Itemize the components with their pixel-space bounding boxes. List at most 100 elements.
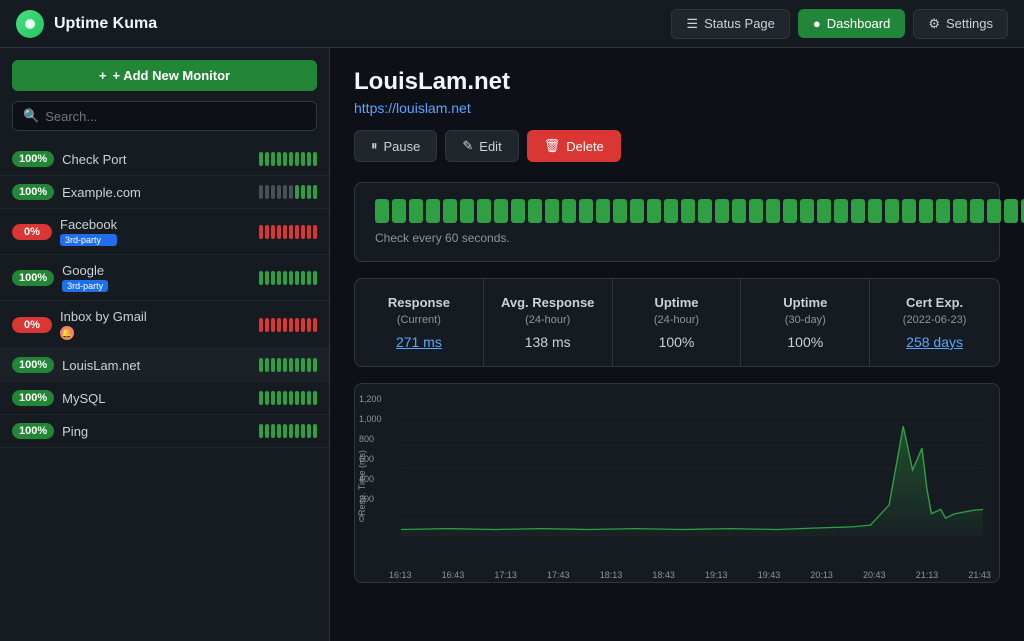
stat-uptime-30d: Uptime (30-day) 100% <box>741 279 870 366</box>
chart-svg <box>401 400 983 540</box>
stat-value[interactable]: 271 ms <box>371 334 467 350</box>
stat-sublabel: (2022-06-23) <box>886 314 983 326</box>
monitor-name: Ping <box>62 424 88 439</box>
x-tick: 19:13 <box>705 570 728 580</box>
pause-button[interactable]: ⏸ Pause <box>354 130 437 162</box>
x-tick: 19:43 <box>758 570 781 580</box>
response-chart: Resp. Time (ms) <box>354 383 1000 583</box>
stat-value: 138 ms <box>500 334 596 350</box>
dashboard-icon: ● <box>813 16 821 31</box>
stat-sublabel: (24-hour) <box>629 314 725 326</box>
x-tick: 20:13 <box>810 570 833 580</box>
app-logo <box>16 10 44 38</box>
content-area: LouisLam.net https://louislam.net ⏸ Paus… <box>330 48 1024 641</box>
x-tick: 17:43 <box>547 570 570 580</box>
status-badge: 100% <box>12 423 54 439</box>
add-monitor-button[interactable]: + + Add New Monitor <box>12 60 317 91</box>
stat-response: Response (Current) 271 ms <box>355 279 484 366</box>
stat-sublabel: (30-day) <box>757 314 853 326</box>
status-badge: 100% <box>12 151 54 167</box>
status-badge: 100% <box>12 390 54 406</box>
monitor-name: MySQL <box>62 391 105 406</box>
sidebar: + + Add New Monitor 🔍 100% Check Port <box>0 48 330 641</box>
gear-icon: ⚙ <box>928 16 940 32</box>
pause-icon: ⏸ <box>371 138 378 154</box>
heartbeat-bars <box>259 185 317 199</box>
stat-label: Uptime <box>757 295 853 310</box>
monitor-name: Example.com <box>62 185 141 200</box>
edit-button[interactable]: ✎ Edit <box>445 130 518 162</box>
status-badge: 0% <box>12 224 52 240</box>
monitor-name: Google 3rd-party <box>62 263 108 292</box>
notification-dot: 🔔 <box>60 326 74 340</box>
stat-label: Uptime <box>629 295 725 310</box>
y-tick: 1,200 <box>359 394 382 404</box>
stat-avg-response: Avg. Response (24-hour) 138 ms <box>484 279 613 366</box>
x-tick: 16:13 <box>389 570 412 580</box>
stat-sublabel: (24-hour) <box>500 314 596 326</box>
trash-icon: 🗑 <box>544 138 561 154</box>
heartbeat-bars <box>259 271 317 285</box>
heartbeat-row <box>375 199 1024 223</box>
monitor-name: Facebook 3rd-party <box>60 217 117 246</box>
search-input[interactable] <box>45 109 306 124</box>
monitor-list: 100% Check Port 100% Example.com <box>0 143 329 641</box>
edit-icon: ✎ <box>462 138 473 154</box>
stat-label: Avg. Response <box>500 295 596 310</box>
stats-row: Response (Current) 271 ms Avg. Response … <box>354 278 1000 367</box>
main-layout: + + Add New Monitor 🔍 100% Check Port <box>0 48 1024 641</box>
heartbeat-bars <box>259 225 317 239</box>
action-buttons: ⏸ Pause ✎ Edit 🗑 Delete <box>354 130 1000 162</box>
heartbeat-bars <box>259 318 317 332</box>
heartbeat-section: Check every 60 seconds. <box>375 199 1024 245</box>
check-interval-text: Check every 60 seconds. <box>375 231 1024 245</box>
stat-uptime-24h: Uptime (24-hour) 100% <box>613 279 742 366</box>
x-tick: 21:43 <box>968 570 991 580</box>
monitor-detail-title: LouisLam.net <box>354 68 1000 96</box>
status-bar-container: Check every 60 seconds. Up <box>354 182 1000 262</box>
logo-area: Uptime Kuma <box>16 10 157 38</box>
stat-label: Response <box>371 295 467 310</box>
stat-cert-exp: Cert Exp. (2022-06-23) 258 days <box>870 279 999 366</box>
y-tick: 800 <box>359 434 382 444</box>
x-tick: 17:13 <box>494 570 517 580</box>
heartbeat-bars <box>259 152 317 166</box>
x-tick: 20:43 <box>863 570 886 580</box>
list-item[interactable]: 100% Example.com <box>0 176 329 209</box>
list-item[interactable]: 100% MySQL <box>0 382 329 415</box>
list-item[interactable]: 100% Check Port <box>0 143 329 176</box>
status-badge: 0% <box>12 317 52 333</box>
app-title: Uptime Kuma <box>54 15 157 33</box>
plus-icon: + <box>99 68 107 83</box>
y-tick: 600 <box>359 454 382 464</box>
nav-buttons: ☰ Status Page ● Dashboard ⚙ Settings <box>671 9 1008 39</box>
settings-button[interactable]: ⚙ Settings <box>913 9 1008 39</box>
list-item[interactable]: 100% Google 3rd-party <box>0 255 329 301</box>
status-page-icon: ☰ <box>686 16 698 32</box>
status-badge: 100% <box>12 357 54 373</box>
y-tick: 0 <box>359 514 382 524</box>
delete-button[interactable]: 🗑 Delete <box>527 130 621 162</box>
status-page-button[interactable]: ☰ Status Page <box>671 9 789 39</box>
stat-value: 100% <box>757 334 853 350</box>
status-badge: 100% <box>12 184 54 200</box>
list-item[interactable]: 100% LouisLam.net <box>0 349 329 382</box>
monitor-url-link[interactable]: https://louislam.net <box>354 100 471 116</box>
monitor-name: Check Port <box>62 152 126 167</box>
tag-badge: 3rd-party <box>60 234 117 246</box>
sidebar-header: + + Add New Monitor 🔍 <box>0 48 329 143</box>
monitor-name: Inbox by Gmail 🔔 <box>60 309 147 340</box>
list-item[interactable]: 0% Inbox by Gmail 🔔 <box>0 301 329 349</box>
list-item[interactable]: 100% Ping <box>0 415 329 448</box>
tag-badge: 3rd-party <box>62 280 108 292</box>
y-tick: 1,000 <box>359 414 382 424</box>
monitor-name: LouisLam.net <box>62 358 140 373</box>
top-nav: Uptime Kuma ☰ Status Page ● Dashboard ⚙ … <box>0 0 1024 48</box>
dashboard-button[interactable]: ● Dashboard <box>798 9 905 38</box>
search-bar: 🔍 <box>12 101 317 131</box>
stat-label: Cert Exp. <box>886 295 983 310</box>
monitor-url: https://louislam.net <box>354 100 1000 116</box>
stat-value[interactable]: 258 days <box>886 334 983 350</box>
x-tick: 18:43 <box>652 570 675 580</box>
list-item[interactable]: 0% Facebook 3rd-party <box>0 209 329 255</box>
